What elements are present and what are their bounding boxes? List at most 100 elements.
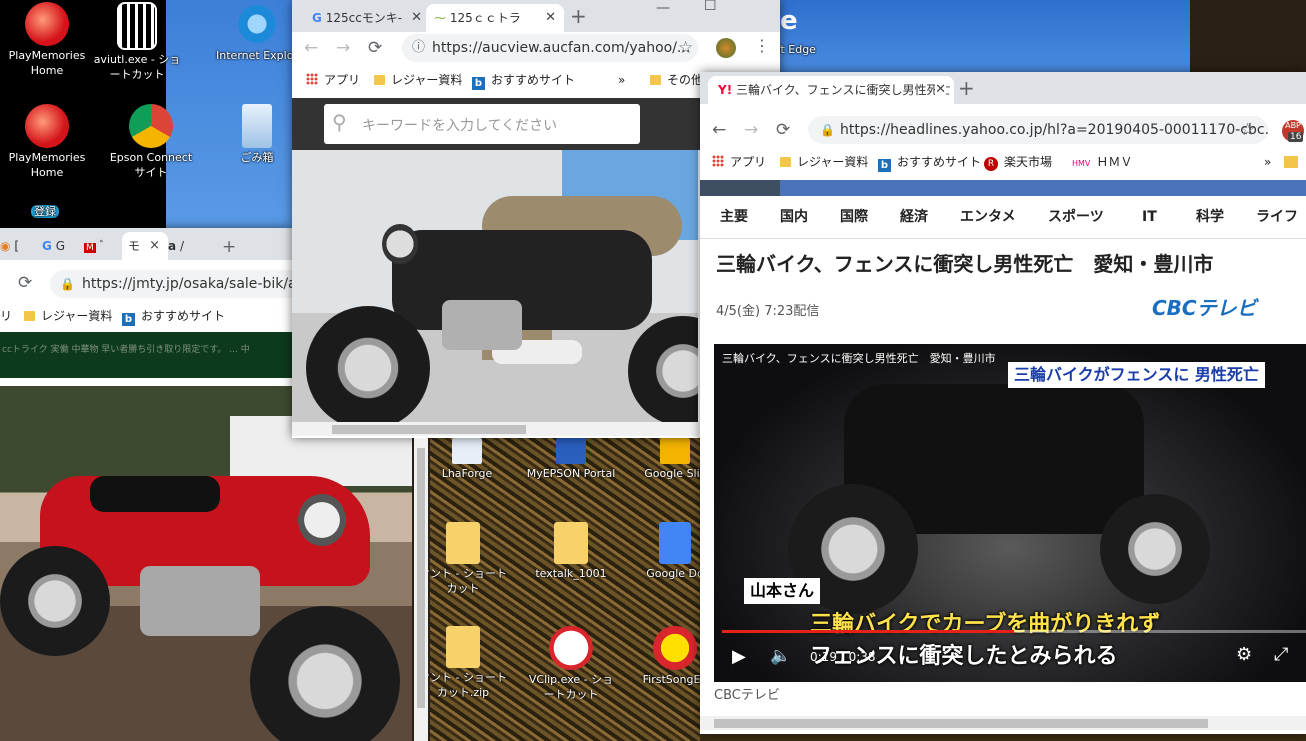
- desktop-icon-aviutl[interactable]: aviutl.exe - ショートカット: [92, 2, 182, 82]
- bookmark-recommended[interactable]: b おすすめサイト: [472, 70, 575, 90]
- tab-jmty[interactable]: ◉ [: [0, 232, 40, 260]
- nav-item-life[interactable]: ライフ: [1256, 196, 1298, 238]
- nav-item-it[interactable]: IT: [1142, 196, 1157, 238]
- desktop-icon-textalk[interactable]: textalk_1001: [526, 522, 616, 581]
- nav-item-science[interactable]: 科学: [1196, 196, 1224, 238]
- lock-icon: 🔒: [820, 123, 835, 137]
- film-icon: [117, 2, 157, 50]
- search-input[interactable]: ⚲ キーワードを入力してください: [324, 104, 640, 144]
- play-icon[interactable]: ▶: [732, 646, 746, 667]
- close-icon[interactable]: ×: [149, 232, 160, 260]
- bookmark-apps[interactable]: リ: [0, 306, 12, 326]
- desktop-icon-playmemories[interactable]: PlayMemories Home: [2, 104, 92, 180]
- bookmark-overflow[interactable]: »: [1264, 152, 1271, 172]
- playmemories-icon: [25, 2, 69, 46]
- bookmark-other[interactable]: その他: [650, 70, 703, 90]
- new-tab-button[interactable]: +: [958, 78, 975, 98]
- bookmark-star-icon[interactable]: ☆: [1240, 120, 1255, 140]
- avatar[interactable]: [716, 38, 736, 58]
- desktop-icon-epson[interactable]: Epson Connect サイト: [106, 104, 196, 180]
- new-tab-button[interactable]: +: [570, 6, 587, 26]
- bookmark-overflow[interactable]: »: [618, 70, 625, 90]
- desktop-icon-playmemories[interactable]: PlayMemories Home: [2, 2, 92, 78]
- vertical-scrollbar[interactable]: [414, 438, 428, 741]
- bookmark-recommended[interactable]: b おすすめサイト: [122, 306, 225, 326]
- video-progress-fill: [722, 630, 1014, 633]
- page-gap: [0, 378, 292, 386]
- video-caption-top: 三輪バイクがフェンスに 男性死亡: [1008, 362, 1265, 388]
- tab-yahoo-news[interactable]: Y! 三輪バイク、フェンスに衝突し男性死亡 ✕: [708, 76, 954, 104]
- info-icon: ⓘ: [412, 40, 426, 55]
- bookmark-leisure[interactable]: レジャー資料: [780, 152, 868, 172]
- back-button[interactable]: ←: [712, 120, 726, 140]
- bookmark-apps[interactable]: アプリ: [712, 152, 766, 172]
- close-icon[interactable]: ✕: [545, 4, 556, 32]
- forward-button[interactable]: →: [336, 38, 350, 58]
- video-player[interactable]: 三輪バイク、フェンスに衝突し男性死亡 愛知・豊川市 三輪バイクがフェンスに 男性…: [714, 344, 1306, 682]
- bookmark-hmv[interactable]: HMV ＨＭＶ: [1072, 152, 1132, 174]
- tab-active[interactable]: モ ×: [122, 232, 168, 260]
- tab-amazon[interactable]: a /: [168, 232, 204, 260]
- scissors-icon: [549, 626, 593, 670]
- horizontal-scrollbar[interactable]: [700, 716, 1306, 730]
- address-bar[interactable]: ⓘ https://aucview.aucfan.com/yahoo/...: [402, 34, 698, 62]
- desktop-icon-register[interactable]: 登録: [20, 204, 70, 219]
- lock-icon: 🔒: [60, 277, 75, 291]
- bookmark-rakuten[interactable]: R 楽天市場: [984, 152, 1052, 172]
- scrollbar-thumb[interactable]: [332, 425, 526, 434]
- tab-google-search[interactable]: G 125ccモンキ- ✕: [304, 4, 430, 32]
- source-logo: CBCテレビ: [1152, 296, 1257, 320]
- desktop-icon-recycle-bin[interactable]: ごみ箱: [212, 104, 302, 165]
- maximize-button[interactable]: ☐: [704, 0, 717, 14]
- nav-item-world[interactable]: 国際: [840, 196, 868, 238]
- video-time: 0:19 / 0:38: [810, 650, 876, 664]
- nav-item-economy[interactable]: 経済: [900, 196, 928, 238]
- nav-item-sports[interactable]: スポーツ: [1048, 196, 1104, 238]
- nav-item-entertainment[interactable]: エンタメ: [960, 196, 1016, 238]
- nav-item-domestic[interactable]: 国内: [780, 196, 808, 238]
- icon-label: オント - ショートカット: [419, 567, 507, 595]
- back-button[interactable]: ←: [304, 38, 318, 58]
- browser-window-yahoo-news: Y! 三輪バイク、フェンスに衝突し男性死亡 ✕ + ← → ⟳ 🔒 https:…: [700, 72, 1306, 734]
- horizontal-scrollbar[interactable]: [292, 422, 698, 436]
- icon-label: textalk_1001: [535, 567, 607, 580]
- address-bar[interactable]: 🔒 https://headlines.yahoo.co.jp/hl?a=201…: [808, 116, 1268, 144]
- bing-icon: b: [472, 77, 485, 90]
- tab-aucfan[interactable]: ⁓ 125ｃｃトラ ✕: [426, 4, 564, 32]
- settings-gear-icon[interactable]: ⚙: [1236, 644, 1252, 665]
- forward-button[interactable]: →: [744, 120, 758, 140]
- bookmark-leisure[interactable]: レジャー資料: [374, 70, 462, 90]
- icon-label: FirstSongEd: [642, 673, 708, 686]
- tab-google[interactable]: G G: [42, 232, 80, 260]
- scrollbar-thumb[interactable]: [714, 719, 1208, 728]
- bookmark-star-icon[interactable]: ☆: [678, 38, 693, 58]
- nav-item-top[interactable]: 主要: [720, 196, 748, 238]
- address-bar[interactable]: 🔒 https://jmty.jp/osaka/sale-bik/arti: [50, 270, 292, 298]
- minimize-button[interactable]: —: [656, 0, 670, 16]
- desktop-icon-font-shortcut[interactable]: オント - ショートカット: [418, 522, 508, 596]
- volume-icon[interactable]: 🔈: [770, 646, 791, 666]
- close-icon[interactable]: ✕: [935, 76, 946, 104]
- tab-m[interactable]: M ﾞ: [84, 232, 120, 260]
- video-progress-bar[interactable]: [722, 630, 1306, 633]
- desktop-icon-lhaforge[interactable]: LhaForge: [422, 438, 512, 481]
- folder-icon: [1284, 156, 1298, 168]
- video-title: 三輪バイク、フェンスに衝突し男性死亡 愛知・豊川市: [722, 352, 996, 365]
- bookmark-recommended[interactable]: b おすすめサイト: [878, 152, 981, 172]
- bing-icon: b: [122, 313, 135, 326]
- fullscreen-icon[interactable]: ⤢: [1274, 644, 1288, 665]
- reload-icon[interactable]: ⟳: [368, 38, 382, 58]
- close-icon[interactable]: ✕: [411, 4, 422, 32]
- desktop-icon-myepson[interactable]: MyEPSON Portal: [526, 438, 616, 481]
- desktop-icon-vclip[interactable]: VClip.exe - ショートカット: [526, 626, 616, 702]
- desktop-icon-font-zip[interactable]: オント - ショートカット.zip: [418, 626, 508, 700]
- menu-icon[interactable]: ⋮: [754, 36, 770, 55]
- reload-icon[interactable]: ⟳: [776, 120, 790, 140]
- scrollbar-thumb[interactable]: [417, 448, 425, 708]
- new-tab-button[interactable]: +: [222, 237, 236, 257]
- icon-label: aviutl.exe - ショートカット: [93, 53, 181, 81]
- bookmark-apps[interactable]: アプリ: [306, 70, 360, 90]
- bookmark-leisure[interactable]: レジャー資料: [24, 306, 112, 326]
- desktop-icon-ie[interactable]: Internet Explor: [212, 2, 302, 63]
- reload-icon[interactable]: ⟳: [18, 273, 32, 293]
